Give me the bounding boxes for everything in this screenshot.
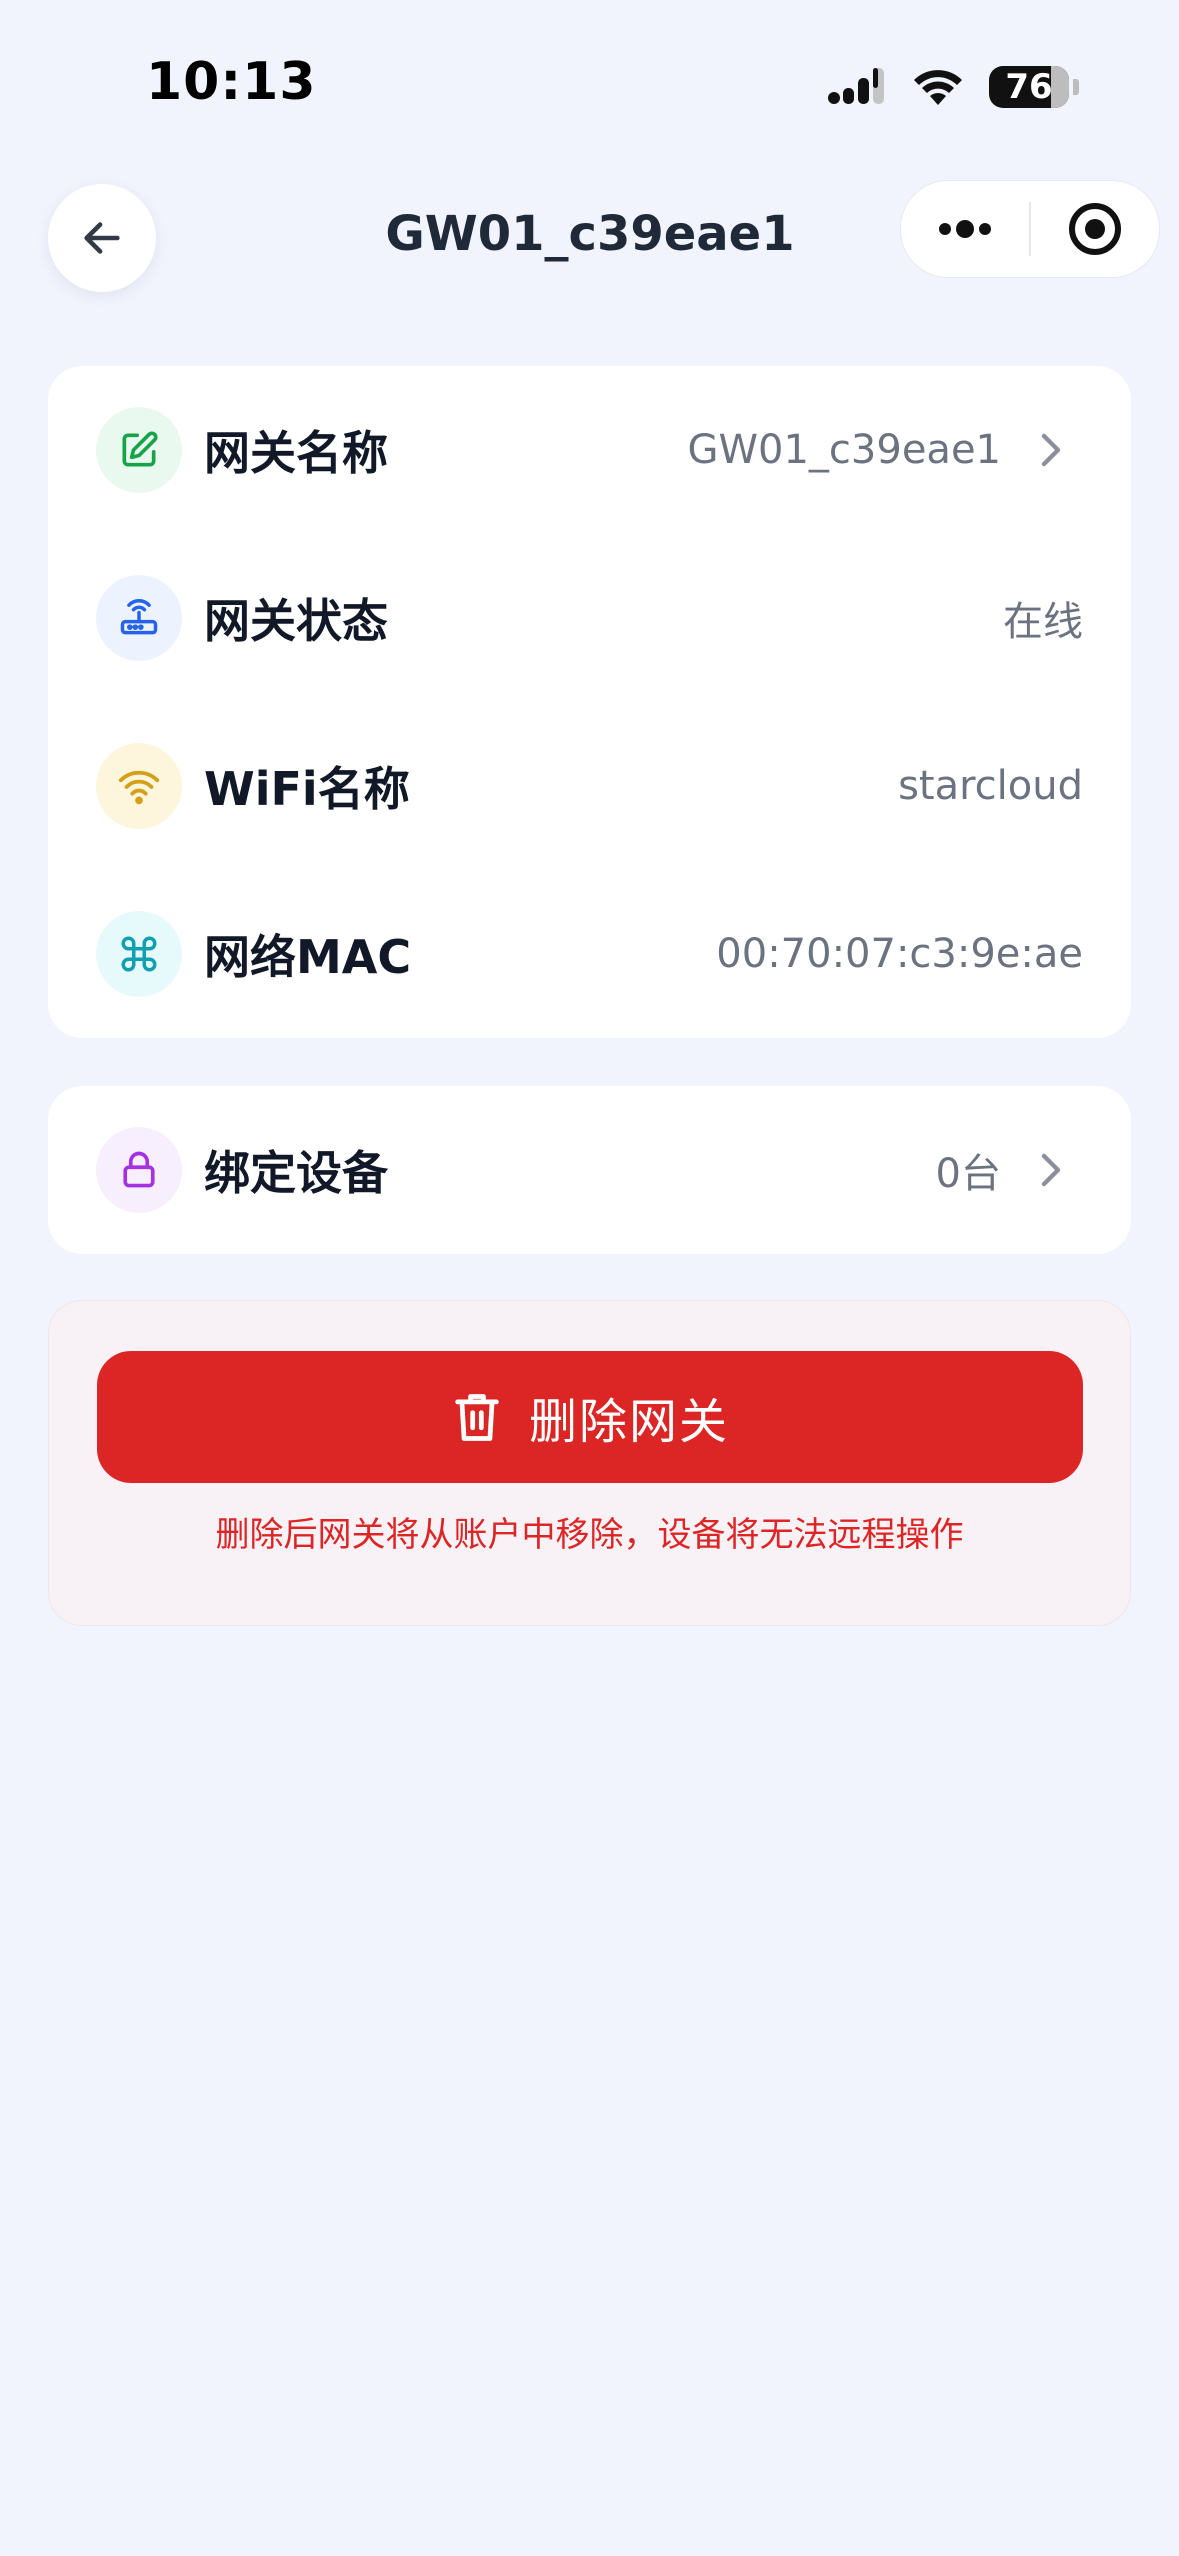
wifi-icon (914, 70, 962, 105)
more-button[interactable] (901, 181, 1029, 277)
signal-icon (828, 68, 884, 104)
gateway-name-label: 网关名称 (204, 426, 388, 480)
more-dots-icon (939, 220, 991, 238)
back-button[interactable] (48, 184, 156, 292)
status-bar: 10:13 76 (0, 0, 1179, 170)
network-mac-label: 网络MAC (204, 930, 412, 984)
gateway-status-label: 网关状态 (204, 594, 388, 648)
delete-gateway-label: 删除网关 (528, 1394, 729, 1450)
battery-level: 76 (1005, 67, 1053, 107)
wifi-name-label: WiFi名称 (204, 762, 410, 816)
gateway-status-value: 在线 (1003, 599, 1083, 645)
bound-devices-value: 0台 (935, 1151, 1001, 1197)
command-icon (96, 911, 182, 997)
gateway-name-value: GW01_c39eae1 (687, 427, 1001, 473)
arrow-left-icon (84, 222, 120, 254)
edit-icon (96, 407, 182, 493)
delete-warning-text: 删除后网关将从账户中移除，设备将无法远程操作 (215, 1515, 964, 1555)
status-time: 10:13 (146, 52, 317, 112)
wifi-name-value: starcloud (898, 763, 1083, 809)
trash-icon (455, 1394, 499, 1441)
target-icon (1069, 203, 1121, 255)
lock-icon (96, 1127, 182, 1213)
chevron-right-icon (1031, 430, 1071, 470)
bound-devices-label: 绑定设备 (204, 1146, 388, 1200)
delete-gateway-button[interactable]: 删除网关 (97, 1351, 1083, 1483)
danger-zone-card: 删除网关 删除后网关将从账户中移除，设备将无法远程操作 (48, 1300, 1131, 1626)
chevron-right-icon (1031, 1150, 1071, 1190)
gateway-info-card: 网关名称 GW01_c39eae1 网关状态 在线 WiFi名称 starclo… (48, 366, 1131, 1038)
gateway-status-row: 网关状态 在线 (48, 534, 1131, 702)
bound-devices-card: 绑定设备 0台 (48, 1086, 1131, 1254)
gateway-name-row[interactable]: 网关名称 GW01_c39eae1 (48, 366, 1131, 534)
bound-devices-row[interactable]: 绑定设备 0台 (48, 1086, 1131, 1254)
network-mac-row: 网络MAC 00:70:07:c3:9e:ae (48, 870, 1131, 1038)
wifi-name-row: WiFi名称 starcloud (48, 702, 1131, 870)
wifi-signal-icon (96, 743, 182, 829)
network-mac-value: 00:70:07:c3:9e:ae (716, 931, 1083, 977)
status-icons: 76 (827, 62, 1079, 112)
battery-icon: 76 (989, 66, 1069, 108)
mini-program-capsule (900, 180, 1160, 278)
page-title: GW01_c39eae1 (385, 206, 795, 262)
close-miniprogram-button[interactable] (1031, 181, 1159, 277)
router-icon (96, 575, 182, 661)
